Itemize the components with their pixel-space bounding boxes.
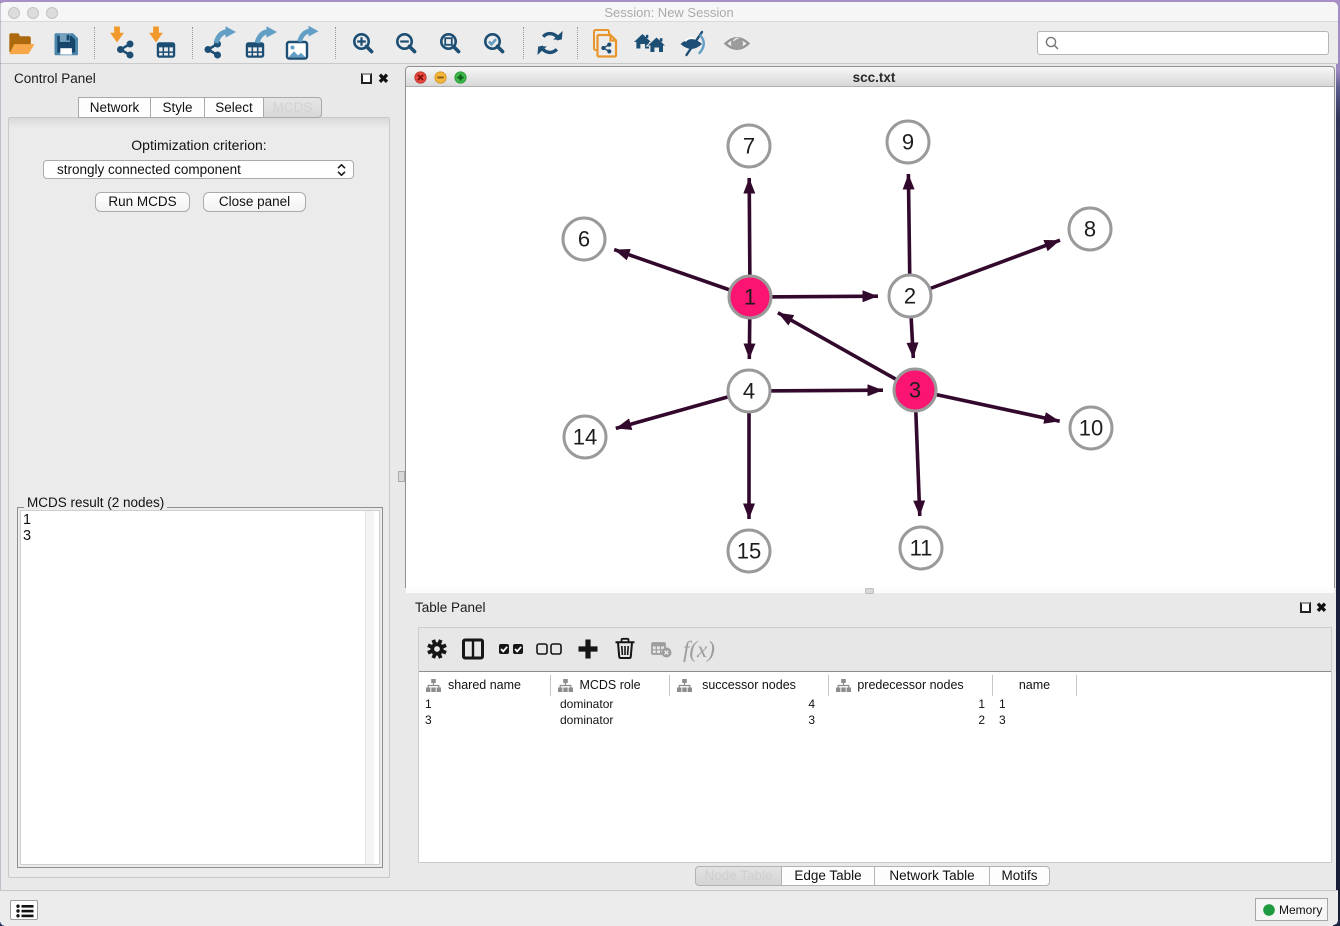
svg-text:3: 3: [909, 378, 921, 403]
svg-text:8: 8: [1084, 217, 1096, 242]
svg-text:15: 15: [737, 539, 761, 564]
svg-text:1: 1: [744, 285, 756, 310]
svg-text:11: 11: [910, 536, 933, 561]
svg-text:7: 7: [743, 134, 755, 159]
svg-text:2: 2: [904, 284, 916, 309]
svg-text:f(x): f(x): [683, 637, 715, 662]
svg-text:14: 14: [573, 425, 597, 450]
svg-text:10: 10: [1079, 416, 1103, 441]
svg-text:6: 6: [578, 227, 590, 252]
svg-text:4: 4: [743, 379, 755, 404]
svg-text:9: 9: [902, 130, 914, 155]
